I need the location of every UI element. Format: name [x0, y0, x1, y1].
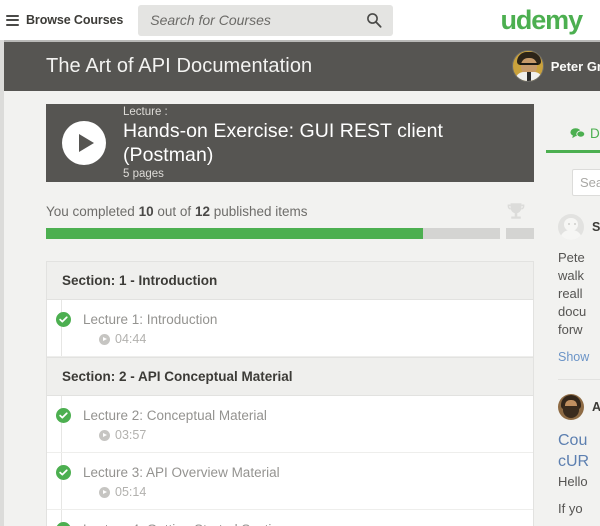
comment-line-2: If yo	[558, 501, 583, 516]
lecture-name: Lecture 2: Conceptual Material	[83, 408, 267, 423]
completed-check-icon[interactable]	[56, 312, 71, 327]
browse-courses-button[interactable]: Browse Courses	[0, 0, 135, 40]
section-header[interactable]: Section: 1 - Introduction	[47, 262, 533, 300]
completed-check-icon[interactable]	[56, 408, 71, 423]
comment-body: Pete walk reall docu forw	[558, 250, 587, 337]
completed-check-icon[interactable]	[56, 522, 71, 526]
lecture-pages: 5 pages	[123, 167, 164, 180]
comment-line-1: Hello	[558, 474, 588, 489]
progress-final-segment	[506, 228, 534, 239]
search-icon[interactable]	[366, 12, 382, 28]
duration-text: 03:57	[115, 428, 147, 442]
list-item: Susa Pete walk reall docu forw Show	[546, 196, 600, 380]
chat-bubble-icon	[570, 128, 585, 139]
progress-completed: 10	[138, 204, 154, 219]
list-item[interactable]: Lecture 4: Getting Started Section04:12	[47, 510, 533, 526]
lecture-name: Lecture 1: Introduction	[83, 312, 218, 327]
lecture-title: Hands-on Exercise: GUI REST client (Post…	[123, 119, 443, 166]
progress-track	[46, 228, 500, 239]
list-item[interactable]: Lecture 3: API Overview Material 05:14	[47, 453, 533, 510]
section-header[interactable]: Section: 2 - API Conceptual Material	[47, 357, 533, 396]
discussion-search-input[interactable]	[573, 170, 600, 195]
progress-text: You completed 10 out of 12 published ite…	[46, 204, 534, 219]
avatar	[558, 214, 584, 240]
show-more-link[interactable]: Show	[558, 350, 600, 364]
discussion-sidebar: D Susa Pete walk reall docu forw Show	[546, 104, 600, 526]
lecture-duration: 05:14	[83, 485, 533, 499]
tab-discussion[interactable]: D	[546, 104, 600, 150]
play-icon[interactable]	[62, 121, 106, 165]
play-small-icon	[99, 333, 110, 345]
discussion-search-box[interactable]	[572, 169, 600, 196]
progress-section: You completed 10 out of 12 published ite…	[46, 203, 534, 239]
comment-author: Susa	[592, 220, 600, 234]
tab-active-indicator	[546, 150, 600, 153]
progress-total: 12	[194, 204, 210, 219]
page-title: The Art of API Documentation	[46, 55, 313, 77]
curriculum-list: Section: 1 - Introduction Lecture 1: Intr…	[46, 261, 534, 526]
comment-title[interactable]: Cou cUR	[558, 430, 600, 472]
user-menu[interactable]: Peter Gr	[511, 50, 600, 82]
page-root: Browse Courses udemy The Art of API Docu…	[0, 0, 600, 526]
hamburger-icon	[6, 12, 19, 28]
comment-author: Alan	[592, 400, 600, 414]
play-small-icon	[99, 429, 110, 441]
lecture-kicker: Lecture :	[123, 105, 168, 118]
lecture-duration: 03:57	[83, 428, 533, 442]
search-input[interactable]	[138, 4, 394, 36]
progress-bar	[46, 228, 534, 239]
lecture-duration: 04:44	[83, 332, 533, 346]
duration-text: 05:14	[115, 485, 147, 499]
top-navigation-bar: Browse Courses udemy	[0, 0, 600, 40]
course-search-box[interactable]	[138, 4, 394, 36]
play-small-icon	[99, 486, 110, 498]
list-item[interactable]: Lecture 2: Conceptual Material 03:57	[47, 396, 533, 453]
list-item: Alan Cou cUR Hello If yo	[546, 380, 600, 518]
tab-discussion-label: D	[590, 126, 600, 141]
avatar	[558, 394, 584, 420]
lecture-name: Lecture 3: API Overview Material	[83, 465, 280, 480]
duration-text: 04:44	[115, 332, 147, 346]
lecture-name: Lecture 4: Getting Started Section	[83, 521, 533, 526]
udemy-logo[interactable]: udemy	[500, 3, 583, 37]
left-edge-strip	[0, 40, 4, 526]
completed-check-icon[interactable]	[56, 465, 71, 480]
current-lecture-banner: Lecture : Hands-on Exercise: GUI REST cl…	[46, 104, 534, 182]
course-header-bar: The Art of API Documentation Peter Gr	[4, 42, 600, 91]
avatar	[511, 50, 544, 82]
user-name-label: Peter Gr	[550, 58, 600, 74]
progress-prefix: You completed	[46, 204, 135, 219]
main-content-column: Lecture : Hands-on Exercise: GUI REST cl…	[46, 104, 534, 526]
browse-courses-label: Browse Courses	[26, 13, 124, 27]
progress-suffix: published items	[213, 204, 308, 219]
list-item[interactable]: Lecture 1: Introduction 04:44	[47, 300, 533, 357]
progress-fill	[46, 228, 423, 239]
progress-middle: out of	[157, 204, 192, 219]
trophy-icon	[507, 203, 525, 219]
